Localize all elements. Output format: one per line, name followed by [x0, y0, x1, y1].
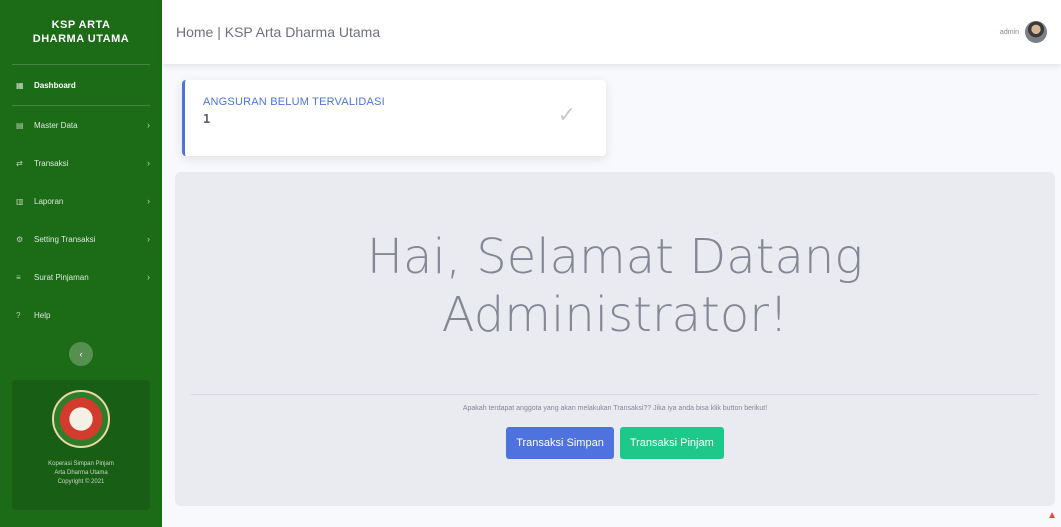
- sidebar-item-transaksi[interactable]: ⇄ Transaksi ›: [0, 144, 162, 182]
- check-icon: ✓: [557, 102, 576, 127]
- question-icon: ?: [16, 310, 21, 320]
- footer-line-3: Copyright © 2021: [57, 479, 105, 485]
- exchange-icon: ⇄: [16, 158, 23, 168]
- sidebar-item-help[interactable]: ? Help: [0, 296, 162, 334]
- sidebar-item-laporan[interactable]: ▥ Laporan ›: [0, 182, 162, 220]
- sidebar-item-setting-transaksi[interactable]: ⚙ Setting Transaksi ›: [0, 220, 162, 258]
- list-icon: ≡: [16, 272, 21, 282]
- user-menu[interactable]: admin: [1000, 21, 1047, 43]
- footer-line-2: Arta Dharma Utama: [54, 470, 108, 476]
- brand-line-1: KSP ARTA: [51, 19, 111, 31]
- sidebar-footer-text: Koperasi Simpan Pinjam Arta Dharma Utama…: [48, 460, 114, 487]
- welcome-lead-text: Apakah terdapat anggota yang akan melaku…: [462, 405, 768, 412]
- dashboard-icon: ▦: [16, 80, 24, 90]
- brand[interactable]: KSP ARTA DHARMA UTAMA: [0, 0, 162, 64]
- topbar: Home | KSP Arta Dharma Utama admin: [162, 0, 1061, 64]
- footer-line-1: Koperasi Simpan Pinjam: [48, 461, 114, 467]
- welcome-heading: Hai, Selamat Datang Administrator!: [175, 228, 1055, 344]
- chevron-left-icon: ‹: [79, 349, 83, 359]
- card-value: 1: [203, 112, 211, 126]
- transaksi-simpan-button[interactable]: Transaksi Simpan: [506, 427, 614, 459]
- sidebar-item-master-data[interactable]: ▤ Master Data ›: [0, 106, 162, 144]
- report-icon: ▥: [16, 196, 24, 206]
- gear-icon: ⚙: [16, 234, 24, 244]
- jumbotron-divider: [191, 394, 1039, 395]
- sidebar-item-surat-pinjaman[interactable]: ≡ Surat Pinjaman ›: [0, 258, 162, 296]
- sidebar-brand-card: Koperasi Simpan Pinjam Arta Dharma Utama…: [12, 380, 150, 510]
- sidebar-item-label: Setting Transaksi: [34, 234, 96, 244]
- action-buttons: Transaksi Simpan Transaksi Pinjam: [175, 427, 1055, 459]
- angsuran-card: ANGSURAN BELUM TERVALIDASI 1 ✓: [182, 80, 606, 156]
- sidebar-item-label: Laporan: [34, 196, 64, 206]
- chevron-right-icon: ›: [147, 120, 150, 130]
- transaksi-pinjam-button[interactable]: Transaksi Pinjam: [619, 427, 724, 459]
- avatar: [1025, 21, 1047, 43]
- sidebar-item-label: Help: [34, 310, 51, 320]
- sidebar-item-dashboard[interactable]: ▦ Dashboard: [0, 65, 162, 105]
- chevron-right-icon: ›: [147, 196, 150, 206]
- sidebar-item-label: Surat Pinjaman: [34, 272, 89, 282]
- chevron-right-icon: ›: [147, 234, 150, 244]
- sidebar-item-label: Master Data: [34, 120, 78, 130]
- card-title: ANGSURAN BELUM TERVALIDASI: [203, 96, 385, 108]
- sidebar: KSP ARTA DHARMA UTAMA ▦ Dashboard ▤ Mast…: [0, 0, 162, 527]
- welcome-jumbotron: Hai, Selamat Datang Administrator! Apaka…: [175, 172, 1055, 506]
- scroll-to-top-icon[interactable]: ▲: [1047, 510, 1057, 521]
- welcome-heading-line-1: Hai, Selamat Datang: [366, 229, 864, 285]
- username: admin: [999, 28, 1019, 36]
- page-title: Home | KSP Arta Dharma Utama: [176, 24, 381, 40]
- sidebar-toggle-button[interactable]: ‹: [69, 342, 93, 366]
- brand-line-2: DHARMA UTAMA: [32, 33, 130, 45]
- grid-icon: ▤: [16, 120, 24, 130]
- chevron-right-icon: ›: [147, 272, 150, 282]
- koperasi-logo: [52, 390, 110, 448]
- sidebar-item-label: Dashboard: [34, 80, 76, 90]
- chevron-right-icon: ›: [147, 158, 150, 168]
- sidebar-item-label: Transaksi: [34, 158, 69, 168]
- welcome-heading-line-2: Administrator!: [441, 287, 789, 343]
